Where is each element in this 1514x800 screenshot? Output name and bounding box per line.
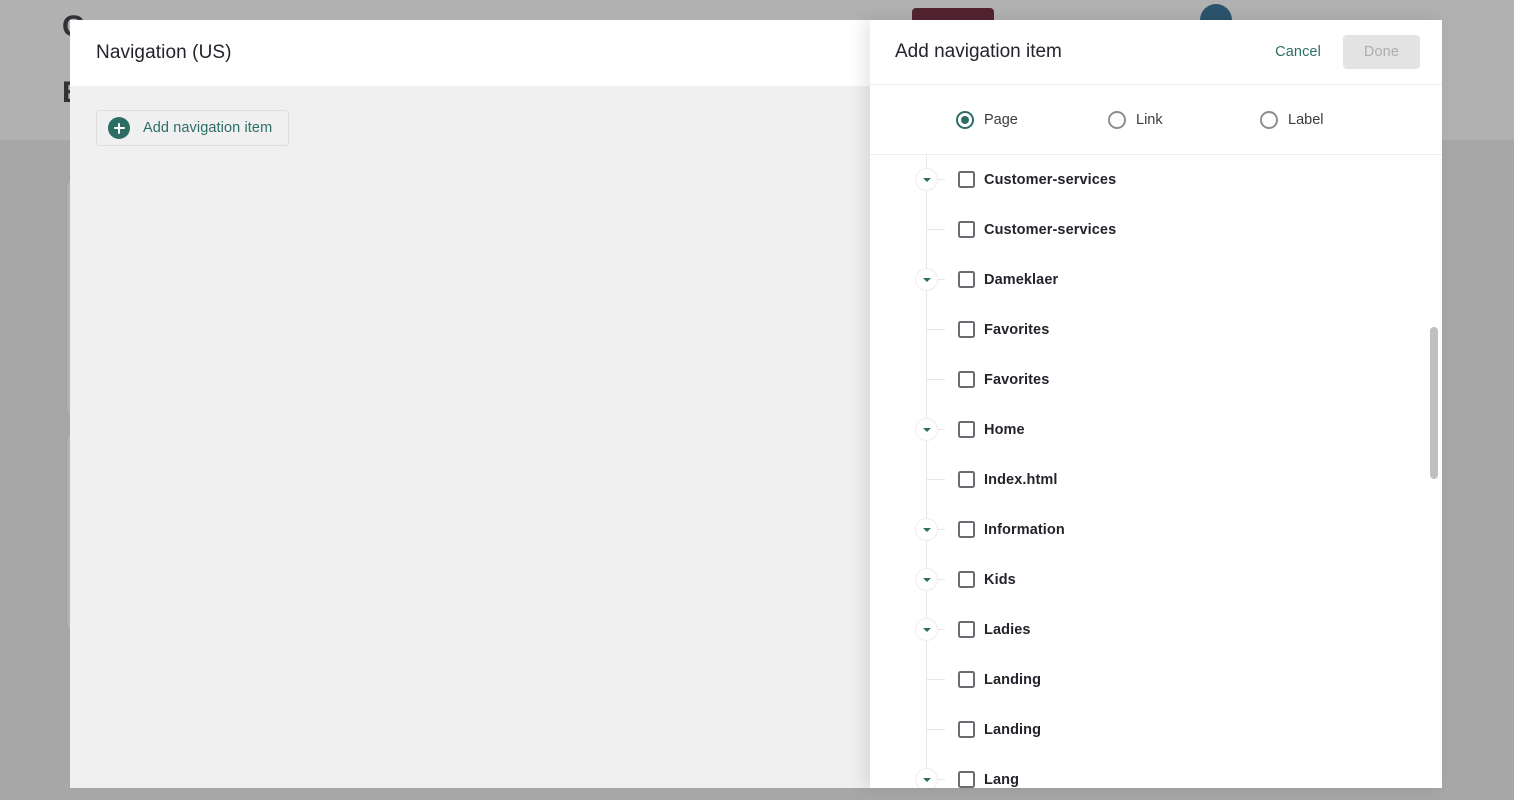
tree-item-checkbox[interactable] <box>958 471 975 488</box>
page-tree: Customer-services Customer-services Damekl… <box>870 155 1442 788</box>
tree-connector-line <box>927 729 945 730</box>
tree-row[interactable]: Kids <box>870 555 1442 605</box>
radio-option-label: Page <box>984 112 1018 128</box>
tree-item-checkbox[interactable] <box>958 271 975 288</box>
chevron-glyph <box>923 428 931 432</box>
tree-connector-line <box>927 479 945 480</box>
tree-row[interactable]: Landing <box>870 705 1442 755</box>
tree-row[interactable]: Ladies <box>870 605 1442 655</box>
tree-item-label: Dameklaer <box>984 272 1058 288</box>
tree-row[interactable]: Favorites <box>870 305 1442 355</box>
page-title: Navigation (US) <box>96 42 232 64</box>
tree-item-checkbox[interactable] <box>958 621 975 638</box>
tree-row[interactable]: Information <box>870 505 1442 555</box>
chevron-glyph <box>923 778 931 782</box>
tree-item-checkbox[interactable] <box>958 371 975 388</box>
tree-row[interactable]: Home <box>870 405 1442 455</box>
cancel-button[interactable]: Cancel <box>1275 44 1321 60</box>
tree-connector-line <box>937 429 945 430</box>
tree-item-checkbox[interactable] <box>958 721 975 738</box>
item-type-radio-group: Page Link Label <box>870 85 1442 155</box>
tree-item-label: Index.html <box>984 472 1058 488</box>
chevron-glyph <box>923 528 931 532</box>
chevron-down-icon[interactable] <box>915 268 938 291</box>
plus-circle-icon <box>108 117 130 139</box>
radio-unchecked-icon <box>1108 111 1126 129</box>
tree-connector-line <box>937 279 945 280</box>
tree-item-label: Landing <box>984 722 1041 738</box>
tree-row[interactable]: Dameklaer <box>870 255 1442 305</box>
chevron-down-icon[interactable] <box>915 168 938 191</box>
radio-option-label: Label <box>1288 112 1323 128</box>
tree-row[interactable]: Favorites <box>870 355 1442 405</box>
navigation-panel-header: Navigation (US) <box>70 20 872 86</box>
chevron-down-icon[interactable] <box>915 518 938 541</box>
tree-item-label: Information <box>984 522 1065 538</box>
radio-unchecked-icon <box>1260 111 1278 129</box>
tree-item-checkbox[interactable] <box>958 671 975 688</box>
tree-item-checkbox[interactable] <box>958 421 975 438</box>
navigation-panel: Navigation (US) Add navigation item <box>70 20 872 788</box>
tree-row[interactable]: Customer-services <box>870 155 1442 205</box>
tree-item-label: Favorites <box>984 322 1049 338</box>
tree-row[interactable]: Lang <box>870 755 1442 788</box>
add-navigation-item-button[interactable]: Add navigation item <box>96 110 289 146</box>
tree-connector-line <box>927 679 945 680</box>
chevron-down-icon[interactable] <box>915 768 938 788</box>
tree-item-label: Kids <box>984 572 1016 588</box>
tree-item-label: Favorites <box>984 372 1049 388</box>
chevron-down-icon[interactable] <box>915 568 938 591</box>
tree-connector-line <box>937 529 945 530</box>
tree-item-label: Customer-services <box>984 172 1116 188</box>
radio-option-page[interactable]: Page <box>956 111 1108 129</box>
tree-item-checkbox[interactable] <box>958 571 975 588</box>
chevron-glyph <box>923 278 931 282</box>
tree-item-label: Ladies <box>984 622 1031 638</box>
scrollbar-thumb[interactable] <box>1430 327 1438 479</box>
add-navigation-item-dialog: Add navigation item Cancel Done Page Link… <box>870 20 1442 788</box>
dialog-header: Add navigation item Cancel Done <box>870 20 1442 85</box>
chevron-glyph <box>923 178 931 182</box>
tree-row[interactable]: Customer-services <box>870 205 1442 255</box>
page-tree-scroll-area[interactable]: Customer-services Customer-services Damekl… <box>870 155 1442 788</box>
radio-option-label[interactable]: Label <box>1260 111 1412 129</box>
tree-item-label: Landing <box>984 672 1041 688</box>
tree-item-checkbox[interactable] <box>958 221 975 238</box>
chevron-glyph <box>923 578 931 582</box>
tree-connector-line <box>927 229 945 230</box>
tree-row[interactable]: Landing <box>870 655 1442 705</box>
tree-item-label: Lang <box>984 772 1019 788</box>
navigation-panel-body: Add navigation item <box>70 86 872 170</box>
tree-row[interactable]: Index.html <box>870 455 1442 505</box>
tree-connector-line <box>937 779 945 780</box>
tree-item-checkbox[interactable] <box>958 321 975 338</box>
tree-connector-line <box>937 579 945 580</box>
tree-connector-line <box>927 329 945 330</box>
chevron-down-icon[interactable] <box>915 618 938 641</box>
radio-checked-icon <box>956 111 974 129</box>
tree-connector-line <box>937 629 945 630</box>
tree-item-label: Home <box>984 422 1025 438</box>
add-navigation-item-label: Add navigation item <box>143 120 272 136</box>
chevron-glyph <box>923 628 931 632</box>
radio-option-link[interactable]: Link <box>1108 111 1260 129</box>
tree-item-label: Customer-services <box>984 222 1116 238</box>
tree-connector-line <box>927 379 945 380</box>
dialog-title: Add navigation item <box>895 41 1275 63</box>
chevron-down-icon[interactable] <box>915 418 938 441</box>
tree-connector-line <box>937 179 945 180</box>
tree-item-checkbox[interactable] <box>958 771 975 788</box>
tree-item-checkbox[interactable] <box>958 521 975 538</box>
tree-item-checkbox[interactable] <box>958 171 975 188</box>
done-button[interactable]: Done <box>1343 35 1420 69</box>
radio-option-label: Link <box>1136 112 1163 128</box>
